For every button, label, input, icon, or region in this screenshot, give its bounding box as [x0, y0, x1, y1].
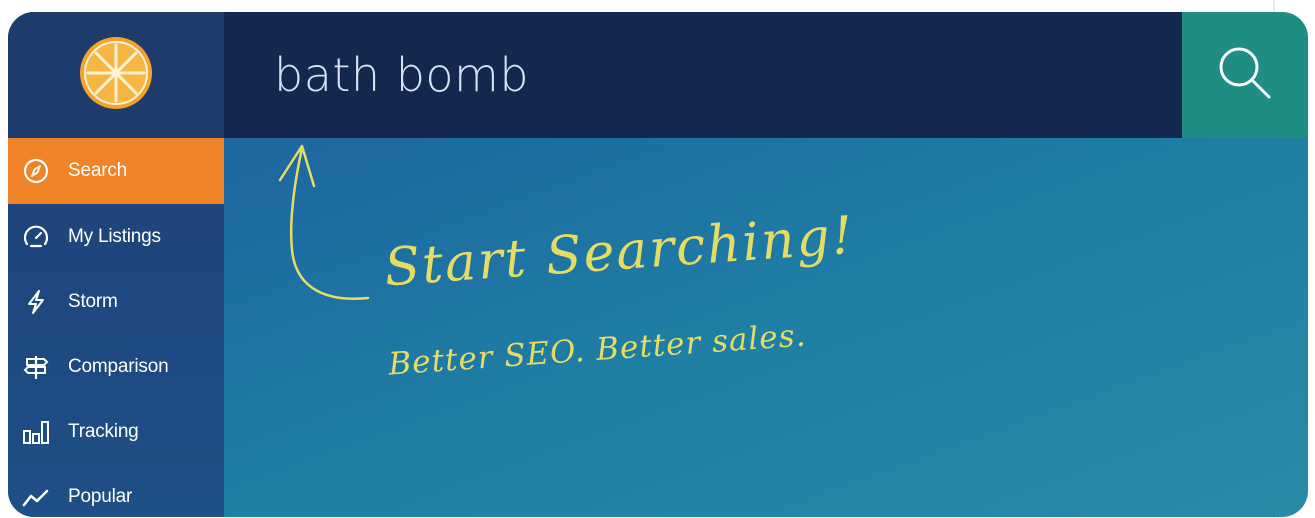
sidebar-item-label: Search [68, 160, 128, 181]
search-icon [1213, 41, 1277, 109]
sidebar-item-label: Comparison [68, 355, 169, 377]
trend-line-icon [16, 477, 56, 517]
sidebar-item-label: Popular [68, 485, 133, 507]
orange-slice-icon [76, 33, 156, 117]
sidebar-item-label: My Listings [68, 225, 161, 247]
sidebar-item-label: Tracking [68, 420, 139, 442]
logo-area[interactable] [8, 12, 224, 138]
hero-subtitle: Better SEO. Better sales. [387, 317, 808, 383]
compass-icon [16, 151, 56, 191]
arrow-icon [278, 144, 370, 300]
sidebar-item-my-listings[interactable]: My Listings [8, 204, 224, 269]
speedometer-icon [16, 217, 56, 257]
sidebar-nav: Search My Listings Storm Comparison Trac… [8, 138, 224, 517]
lightning-icon [16, 282, 56, 322]
search-input[interactable] [274, 40, 1154, 110]
sidebar-item-search[interactable]: Search [8, 138, 224, 204]
search-bar [224, 12, 1182, 138]
sidebar-item-tracking[interactable]: Tracking [8, 399, 224, 464]
hero-title: Start Searching! [382, 205, 857, 299]
app-window: Search My Listings Storm Comparison Trac… [8, 12, 1308, 517]
sidebar-item-popular[interactable]: Popular [8, 464, 224, 517]
sidebar-item-comparison[interactable]: Comparison [8, 334, 224, 399]
sidebar-item-label: Storm [68, 290, 118, 312]
sidebar-item-storm[interactable]: Storm [8, 269, 224, 334]
bar-chart-icon [16, 412, 56, 452]
signpost-icon [16, 347, 56, 387]
search-button[interactable] [1182, 12, 1308, 138]
